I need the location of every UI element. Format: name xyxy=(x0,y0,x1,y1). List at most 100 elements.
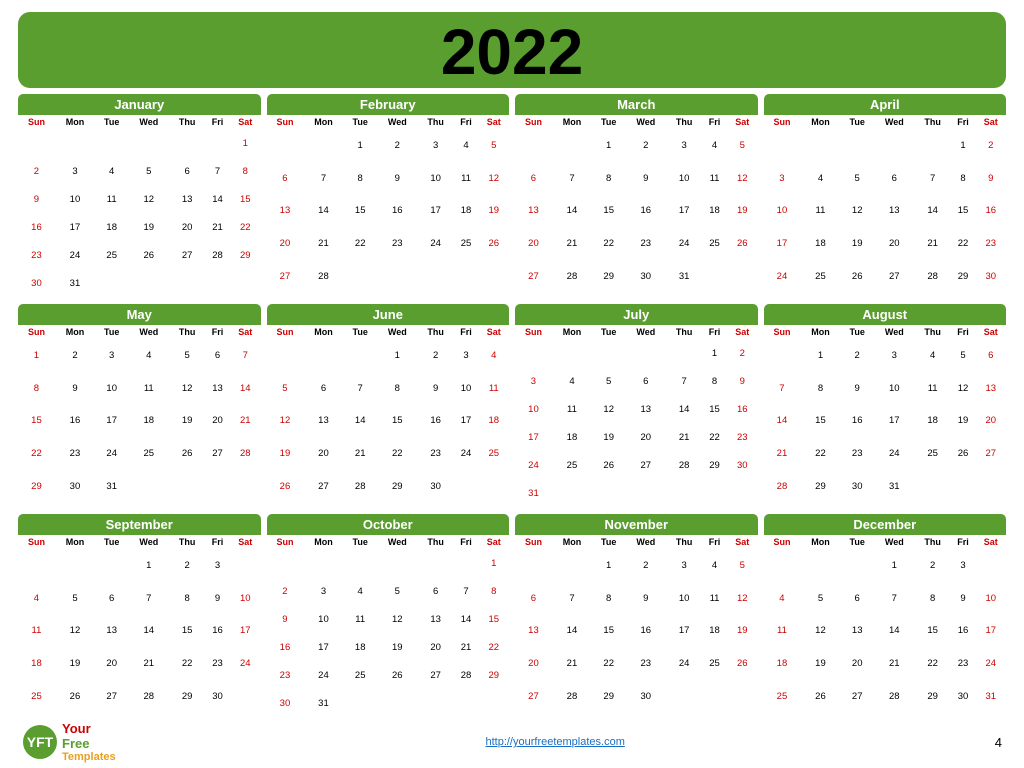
table-row: 9101112131415 xyxy=(267,605,510,633)
calendar-table-july: SunMonTueWedThuFriSat1234567891011121314… xyxy=(515,325,758,508)
month-name-september: September xyxy=(18,514,261,535)
table-row xyxy=(764,503,1007,508)
table-row xyxy=(764,293,1007,298)
month-name-march: March xyxy=(515,94,758,115)
table-row: 567891011 xyxy=(267,372,510,405)
calendar-table-april: SunMonTueWedThuFriSat1234567891011121314… xyxy=(764,115,1007,298)
table-row: 123 xyxy=(18,549,261,582)
table-row: 20212223242526 xyxy=(515,227,758,260)
month-name-may: May xyxy=(18,304,261,325)
table-row: 123456 xyxy=(764,339,1007,372)
table-row: 891011121314 xyxy=(18,372,261,405)
calendar-table-december: SunMonTueWedThuFriSat1234567891011121314… xyxy=(764,535,1007,718)
month-block-may: MaySunMonTueWedThuFriSat1234567891011121… xyxy=(18,304,261,508)
month-name-july: July xyxy=(515,304,758,325)
table-row: 12345 xyxy=(515,129,758,162)
table-row: 23242526272829 xyxy=(18,242,261,270)
calendar-table-february: SunMonTueWedThuFriSat1234567891011121314… xyxy=(267,115,510,298)
calendar-page: 2022 JanuarySunMonTueWedThuFriSat1234567… xyxy=(0,0,1024,768)
table-row: 2627282930 xyxy=(267,470,510,503)
table-row: 2345678 xyxy=(18,157,261,185)
footer-logo: YFT Your Free Templates xyxy=(22,721,116,763)
year-header: 2022 xyxy=(18,12,1006,88)
table-row: 9101112131415 xyxy=(18,185,261,213)
table-row: 78910111213 xyxy=(764,372,1007,405)
logo-templates: Templates xyxy=(62,751,116,763)
table-row: 17181920212223 xyxy=(764,227,1007,260)
calendar-table-november: SunMonTueWedThuFriSat1234567891011121314… xyxy=(515,535,758,718)
months-grid: JanuarySunMonTueWedThuFriSat123456789101… xyxy=(18,94,1006,718)
month-name-october: October xyxy=(267,514,510,535)
table-row: 12131415161718 xyxy=(267,405,510,438)
table-row: 1234 xyxy=(267,339,510,372)
table-row: 1234567 xyxy=(18,339,261,372)
month-block-october: OctoberSunMonTueWedThuFriSat123456789101… xyxy=(267,514,510,718)
table-row: 20212223242526 xyxy=(267,227,510,260)
table-row: 21222324252627 xyxy=(764,437,1007,470)
logo-free: Free xyxy=(62,736,89,751)
month-block-november: NovemberSunMonTueWedThuFriSat12345678910… xyxy=(515,514,758,718)
month-block-august: AugustSunMonTueWedThuFriSat1234567891011… xyxy=(764,304,1007,508)
table-row: 1 xyxy=(18,129,261,157)
table-row: 18192021222324 xyxy=(764,647,1007,680)
logo-text: Your Free Templates xyxy=(62,721,116,763)
table-row: 11121314151617 xyxy=(764,615,1007,648)
table-row: 3456789 xyxy=(515,367,758,395)
table-row: 28293031 xyxy=(764,470,1007,503)
table-row: 12 xyxy=(515,339,758,367)
table-row: 12 xyxy=(764,129,1007,162)
calendar-table-august: SunMonTueWedThuFriSat1234567891011121314… xyxy=(764,325,1007,508)
month-block-july: JulySunMonTueWedThuFriSat123456789101112… xyxy=(515,304,758,508)
calendar-table-january: SunMonTueWedThuFriSat1234567891011121314… xyxy=(18,115,261,298)
footer-url[interactable]: http://yourfreetemplates.com xyxy=(485,736,624,748)
table-row: 1 xyxy=(267,549,510,577)
table-row xyxy=(267,293,510,298)
month-block-september: SeptemberSunMonTueWedThuFriSat1234567891… xyxy=(18,514,261,718)
table-row: 3456789 xyxy=(764,162,1007,195)
logo-your: Your xyxy=(62,721,91,736)
table-row xyxy=(515,293,758,298)
table-row: 10111213141516 xyxy=(515,395,758,423)
month-block-april: AprilSunMonTueWedThuFriSat12345678910111… xyxy=(764,94,1007,298)
table-row: 2345678 xyxy=(267,577,510,605)
month-name-december: December xyxy=(764,514,1007,535)
table-row: 16171819202122 xyxy=(18,213,261,241)
table-row: 123 xyxy=(764,549,1007,582)
table-row: 6789101112 xyxy=(267,162,510,195)
table-row: 13141516171819 xyxy=(515,615,758,648)
table-row: 15161718192021 xyxy=(18,405,261,438)
month-name-january: January xyxy=(18,94,261,115)
month-name-april: April xyxy=(764,94,1007,115)
month-name-february: February xyxy=(267,94,510,115)
calendar-table-october: SunMonTueWedThuFriSat1234567891011121314… xyxy=(267,535,510,718)
table-row: 13141516171819 xyxy=(515,195,758,228)
table-row: 6789101112 xyxy=(515,162,758,195)
table-row: 11121314151617 xyxy=(18,615,261,648)
table-row: 252627282930 xyxy=(18,680,261,713)
logo-icon: YFT xyxy=(22,724,58,760)
table-row: 24252627282930 xyxy=(764,260,1007,293)
svg-text:YFT: YFT xyxy=(27,734,54,750)
month-name-november: November xyxy=(515,514,758,535)
month-block-december: DecemberSunMonTueWedThuFriSat12345678910… xyxy=(764,514,1007,718)
table-row: 6789101112 xyxy=(515,582,758,615)
table-row: 22232425262728 xyxy=(18,437,261,470)
footer-page: 4 xyxy=(995,735,1002,750)
month-block-february: FebruarySunMonTueWedThuFriSat12345678910… xyxy=(267,94,510,298)
calendar-table-may: SunMonTueWedThuFriSat1234567891011121314… xyxy=(18,325,261,508)
table-row: 293031 xyxy=(18,470,261,503)
table-row: 3031 xyxy=(18,270,261,298)
table-row: 31 xyxy=(515,480,758,508)
table-row xyxy=(764,713,1007,718)
calendar-table-june: SunMonTueWedThuFriSat1234567891011121314… xyxy=(267,325,510,508)
table-row: 2728293031 xyxy=(515,260,758,293)
table-row: 10111213141516 xyxy=(764,195,1007,228)
table-row xyxy=(18,713,261,718)
table-row xyxy=(267,503,510,508)
table-row: 13141516171819 xyxy=(267,195,510,228)
table-row: 3031 xyxy=(267,690,510,718)
table-row: 20212223242526 xyxy=(515,647,758,680)
table-row: 12345 xyxy=(515,549,758,582)
calendar-table-september: SunMonTueWedThuFriSat1234567891011121314… xyxy=(18,535,261,718)
table-row xyxy=(18,503,261,508)
